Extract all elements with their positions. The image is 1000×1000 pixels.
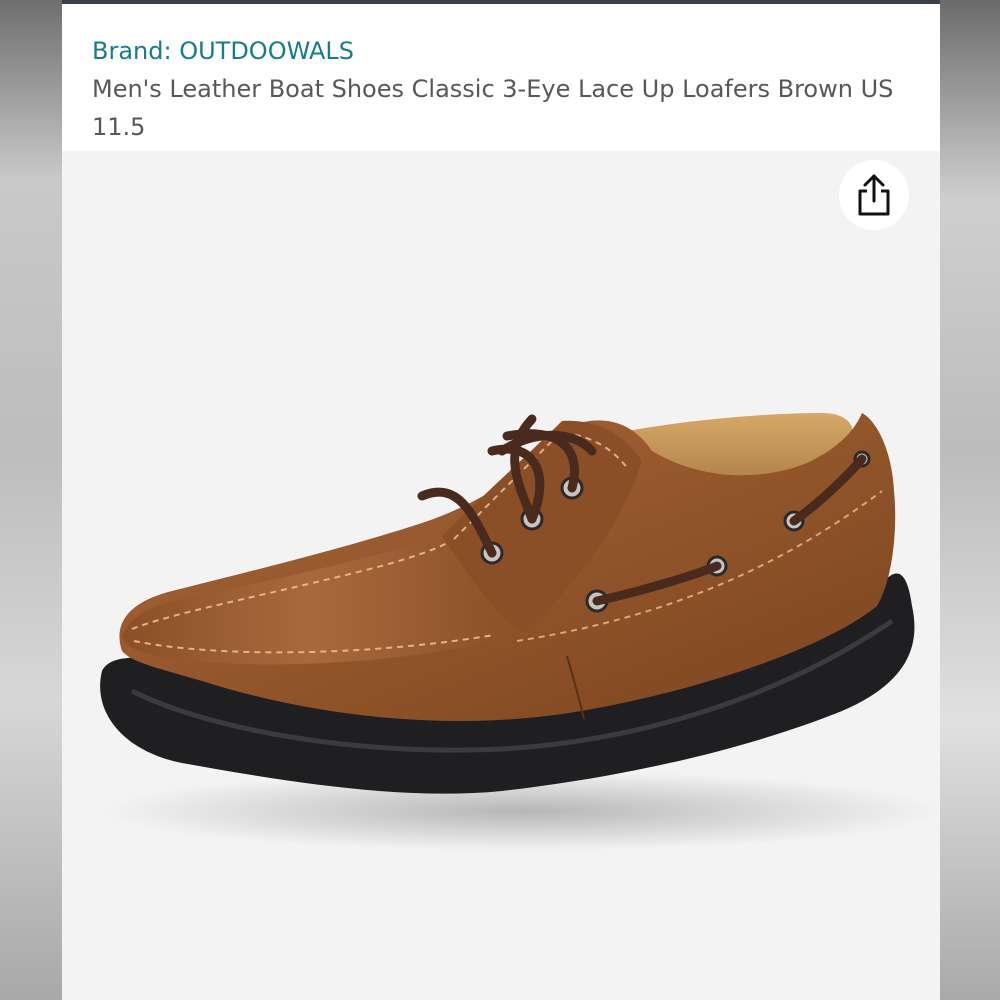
shoe-vamp <box>122 536 497 665</box>
product-image <box>100 413 940 851</box>
share-button[interactable] <box>839 160 909 230</box>
product-title: Men's Leather Boat Shoes Classic 3-Eye L… <box>92 75 894 141</box>
background-left <box>0 0 62 1000</box>
brand-link[interactable]: Brand: OUTDOOWALS <box>92 34 912 68</box>
product-panel: Brand: OUTDOOWALS Men's Leather Boat Sho… <box>62 0 940 1000</box>
product-header: Brand: OUTDOOWALS Men's Leather Boat Sho… <box>62 4 940 151</box>
share-icon <box>858 174 890 216</box>
background-right <box>940 0 1000 1000</box>
product-image-area[interactable] <box>62 151 940 1000</box>
